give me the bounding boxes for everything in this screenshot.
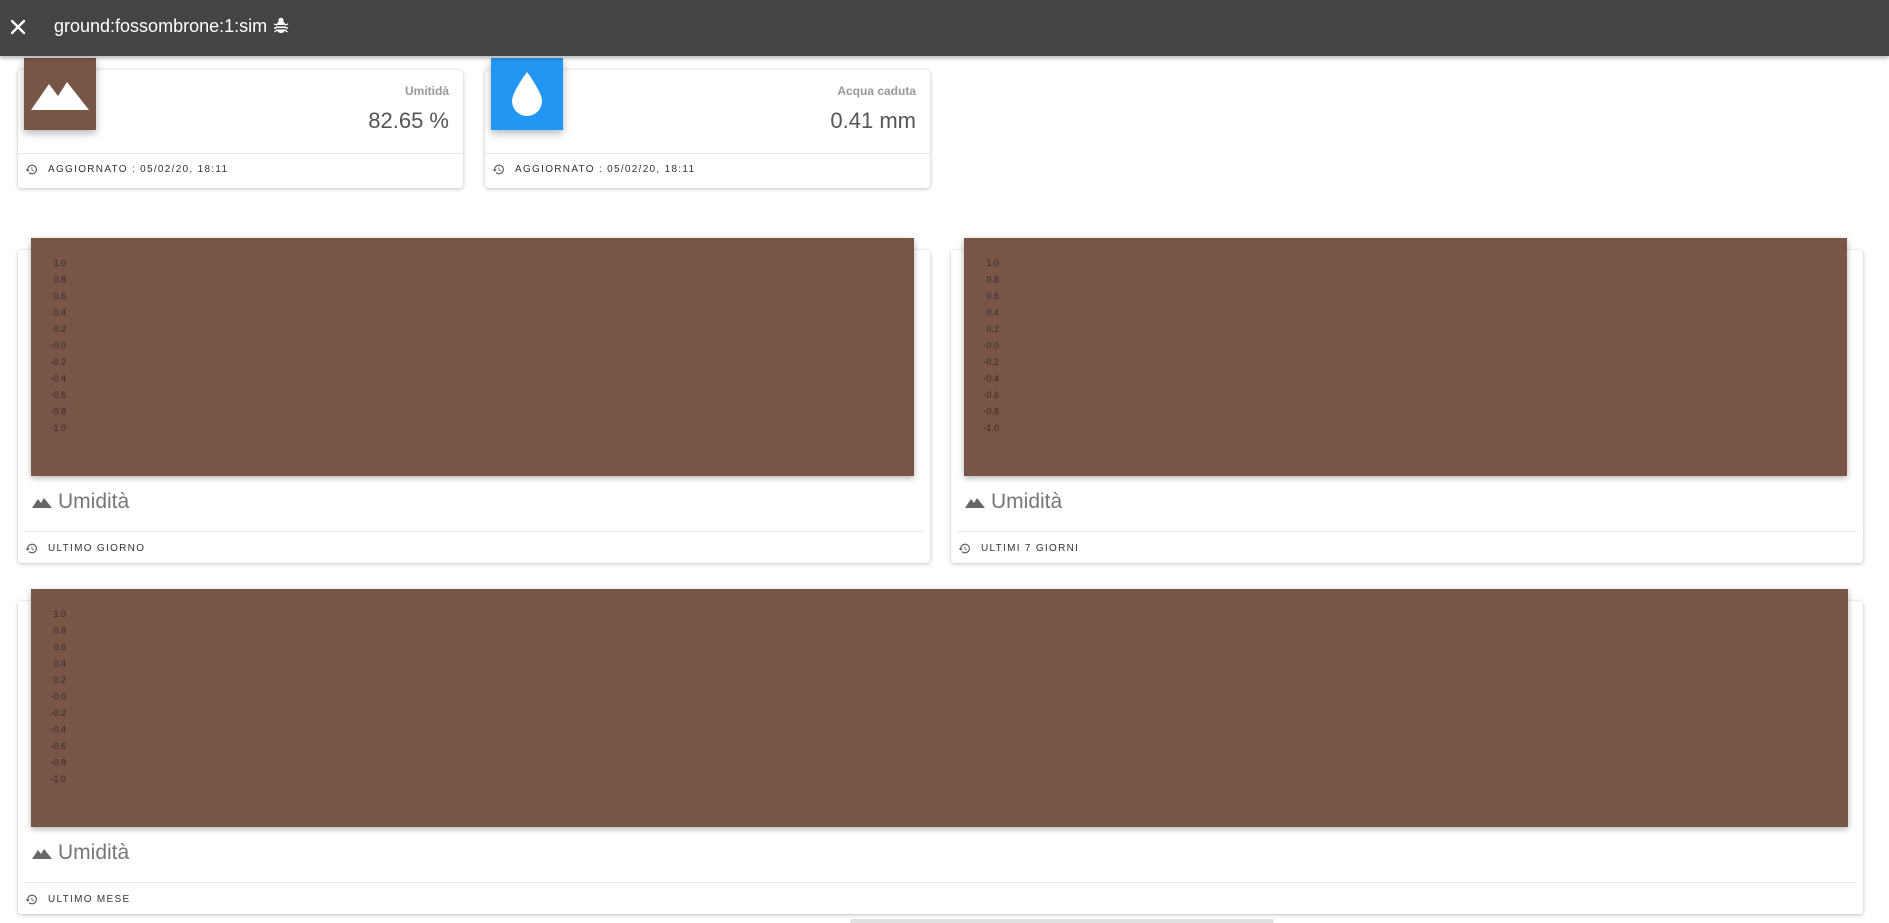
stat-card-rain: Acqua caduta 0.41 mm AGGIORNATO : 05/02/…	[485, 58, 930, 188]
y-tick-label: 0.8	[53, 275, 66, 285]
y-tick-label: 1.0	[53, 258, 66, 268]
y-tick-label: 0.4	[986, 308, 999, 318]
y-tick-label: 0.6	[53, 642, 66, 652]
history-icon	[25, 543, 37, 554]
chart-title: Umidità	[965, 490, 1062, 514]
chart-period: ULTIMI 7 GIORNI	[981, 543, 1080, 554]
chart-card-month: 1.0 0.8 0.6 0.4 0.2 -0.0 -0.2 -0.4 -0.6 -0.8 -1.0 …	[18, 589, 1863, 914]
y-tick-label: 0.6	[53, 291, 66, 301]
chart-card-day: 1.0 0.8 0.6 0.4 0.2 -0.0 -0.2 -0.4 -0.6 -0.8 -1.0 …	[18, 238, 930, 563]
stat-card-humidity: Umitidà 82.65 % AGGIORNATO : 05/02/20, 1…	[18, 58, 463, 188]
y-tick-label: -0.8	[50, 407, 66, 417]
chart-period: ULTIMO MESE	[48, 894, 131, 905]
y-tick-label: -0.4	[983, 374, 999, 384]
y-tick-label: 0.8	[986, 275, 999, 285]
chart-title-text: Umidità	[58, 841, 130, 864]
chart-area: 1.0 0.8 0.6 0.4 0.2 -0.0 -0.2 -0.4 -0.6 -0.8 -1.0	[31, 238, 914, 476]
stat-category: Acqua caduta	[837, 84, 916, 98]
history-icon	[25, 164, 37, 175]
chart-svg: 1.0 0.8 0.6 0.4 0.2 -0.0 -0.2 -0.4 -0.6 -0.8 -1.0	[983, 258, 999, 433]
y-tick-label: -0.0	[983, 341, 999, 351]
y-tick-label: -0.0	[50, 341, 66, 351]
history-icon	[492, 164, 504, 175]
card-divider	[485, 153, 930, 154]
chart-svg: 1.0 0.8 0.6 0.4 0.2 -0.0 -0.2 -0.4 -0.6 -0.8 -1.0	[50, 258, 66, 433]
terrain-icon	[965, 498, 985, 508]
y-tick-label: -0.6	[50, 390, 66, 400]
card-divider	[957, 531, 1857, 532]
close-icon	[10, 19, 26, 35]
stat-value: 82.65 %	[368, 108, 449, 133]
y-tick-label: -1.0	[50, 423, 66, 433]
terrain-icon	[31, 82, 89, 110]
updated-text: AGGIORNATO : 05/02/20, 18:11	[48, 164, 229, 175]
chart-title: Umidità	[32, 841, 129, 865]
y-tick-label: -0.2	[50, 708, 66, 718]
history-icon	[25, 894, 37, 905]
top-app-bar: ground:fossombrone:1:sim	[0, 0, 1889, 56]
card-footer: AGGIORNATO : 05/02/20, 18:11	[25, 163, 228, 176]
y-tick-label: -0.4	[50, 374, 66, 384]
y-tick-label: 0.8	[53, 626, 66, 636]
chart-title-text: Umidità	[58, 490, 130, 513]
y-tick-label: 0.6	[986, 291, 999, 301]
card-footer: ULTIMO GIORNO	[25, 542, 145, 555]
page-title-wrap: ground:fossombrone:1:sim	[54, 15, 289, 39]
y-tick-label: 1.0	[986, 258, 999, 268]
chart-period: ULTIMO GIORNO	[48, 543, 146, 554]
chart-title: Umidità	[32, 490, 129, 514]
card-footer: ULTIMO MESE	[25, 893, 130, 906]
close-button[interactable]	[5, 14, 31, 40]
card-divider	[24, 882, 1857, 883]
y-tick-label: -0.0	[50, 692, 66, 702]
terrain-icon	[32, 498, 52, 508]
y-tick-label: 0.2	[986, 324, 999, 334]
y-tick-label: -0.8	[50, 758, 66, 768]
y-tick-label: -0.6	[983, 390, 999, 400]
updated-text: AGGIORNATO : 05/02/20, 18:11	[515, 164, 696, 175]
card-footer: ULTIMI 7 GIORNI	[958, 542, 1079, 555]
y-tick-label: -0.4	[50, 725, 66, 735]
card-footer: AGGIORNATO : 05/02/20, 18:11	[492, 163, 695, 176]
chart-svg: 1.0 0.8 0.6 0.4 0.2 -0.0 -0.2 -0.4 -0.6 -0.8 -1.0	[50, 609, 66, 784]
chart-title-text: Umidità	[991, 490, 1063, 513]
card-divider	[24, 531, 924, 532]
y-tick-label: 0.2	[53, 324, 66, 334]
y-tick-label: -0.6	[50, 741, 66, 751]
chart-card-week: 1.0 0.8 0.6 0.4 0.2 -0.0 -0.2 -0.4 -0.6 -0.8 -1.0 …	[951, 238, 1863, 563]
stat-icon-box	[491, 58, 563, 130]
bug-icon[interactable]	[273, 17, 289, 39]
y-tick-label: -0.2	[983, 357, 999, 367]
y-tick-label: 0.4	[53, 659, 66, 669]
card-divider	[18, 153, 463, 154]
y-tick-label: -0.2	[50, 357, 66, 367]
y-tick-label: 0.2	[53, 675, 66, 685]
y-tick-label: -1.0	[50, 774, 66, 784]
stat-value: 0.41 mm	[830, 108, 916, 133]
stat-icon-box	[24, 58, 96, 130]
page-title: ground:fossombrone:1:sim	[54, 16, 268, 36]
y-tick-label: 1.0	[53, 609, 66, 619]
y-tick-label: -0.8	[983, 407, 999, 417]
chart-area: 1.0 0.8 0.6 0.4 0.2 -0.0 -0.2 -0.4 -0.6 -0.8 -1.0	[31, 589, 1848, 827]
history-icon	[958, 543, 970, 554]
stat-category: Umitidà	[404, 84, 449, 98]
terrain-icon	[32, 849, 52, 859]
horizontal-scrollbar[interactable]	[850, 919, 1274, 923]
water-drop-icon	[512, 72, 542, 116]
chart-area: 1.0 0.8 0.6 0.4 0.2 -0.0 -0.2 -0.4 -0.6 -0.8 -1.0	[964, 238, 1847, 476]
y-tick-label: -1.0	[983, 423, 999, 433]
y-tick-label: 0.4	[53, 308, 66, 318]
